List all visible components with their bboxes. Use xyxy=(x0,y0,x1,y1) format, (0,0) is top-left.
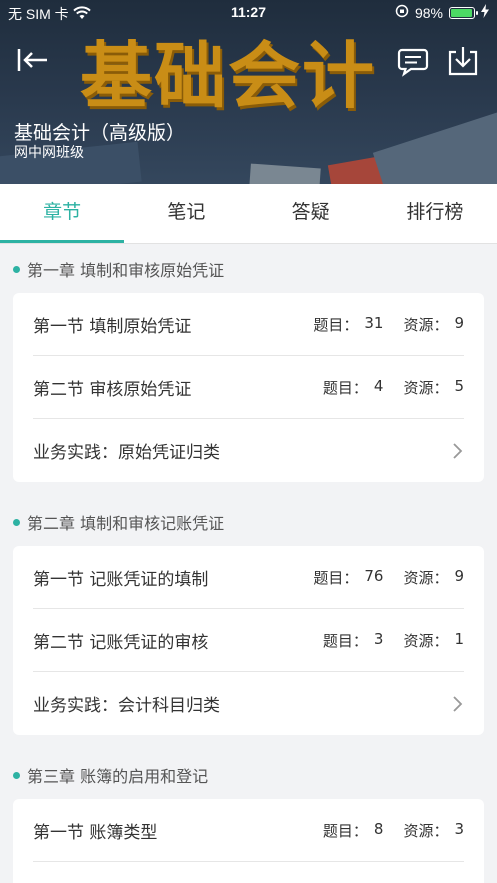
practice-row[interactable]: 业务实践：会计科目归类 xyxy=(33,672,464,735)
section-row[interactable]: 第一节 记账凭证的填制 题目： 76 资源： 9 xyxy=(33,546,464,609)
tab-leaderboard[interactable]: 排行榜 xyxy=(373,184,497,243)
section-stats: 题目： 4 资源： 5 xyxy=(323,377,464,398)
chapter-header: 第一章 填制和审核原始凭证 xyxy=(0,258,497,280)
question-count: 3 xyxy=(373,629,384,648)
chapter-section: 第三章 账簿的启用和登记 第一节 账簿类型 题目： 8 资源： 3 xyxy=(0,764,497,883)
question-count-label: 题目： xyxy=(322,821,368,840)
question-count: 31 xyxy=(364,313,384,332)
bullet-dot-icon xyxy=(13,771,20,779)
question-count-label: 题目： xyxy=(322,631,368,650)
section-stats: 题目： 8 资源： 3 xyxy=(323,820,464,841)
chapter-card: 第一节 记账凭证的填制 题目： 76 资源： 9 第二节 记账凭证的审核 题目：… xyxy=(13,546,484,735)
chapter-list: 第一章 填制和审核原始凭证 第一节 填制原始凭证 题目： 31 资源： 9 第二… xyxy=(0,244,497,883)
section-stats: 题目： 3 资源： 1 xyxy=(323,630,464,651)
back-arrow-icon xyxy=(17,49,47,71)
course-title: 基础会计（高级版） xyxy=(14,122,186,144)
chapter-title: 第二章 填制和审核记账凭证 xyxy=(27,514,225,533)
section-name: 第一节 填制原始凭证 xyxy=(33,316,192,337)
resource-count-label: 资源： xyxy=(403,568,449,587)
section-row[interactable]: 第一节 账簿类型 题目： 8 资源： 3 xyxy=(33,799,464,862)
battery-icon xyxy=(449,6,478,19)
question-count-label: 题目： xyxy=(313,315,359,334)
practice-row[interactable]: 业务实践：原始凭证归类 xyxy=(33,419,464,482)
question-count-label: 题目： xyxy=(322,378,368,397)
resource-count-label: 资源： xyxy=(403,315,449,334)
chapter-section: 第二章 填制和审核记账凭证 第一节 记账凭证的填制 题目： 76 资源： 9 第… xyxy=(0,511,497,735)
course-header: 基础会计 无 SIM 卡 11:27 98% 基础会计（高级版） 网中网班级 xyxy=(0,0,497,184)
download-icon xyxy=(448,47,478,76)
section-name: 第二节 审核原始凭证 xyxy=(33,379,192,400)
chapter-section: 第一章 填制和审核原始凭证 第一节 填制原始凭证 题目： 31 资源： 9 第二… xyxy=(0,258,497,482)
chat-bubble-icon xyxy=(397,48,429,77)
resource-count-label: 资源： xyxy=(403,378,449,397)
course-class-name: 网中网班级 xyxy=(14,145,84,161)
chapter-card: 第一节 账簿类型 题目： 8 资源： 3 xyxy=(13,799,484,883)
section-name: 第一节 记账凭证的填制 xyxy=(33,569,209,590)
status-bar: 无 SIM 卡 11:27 98% xyxy=(0,0,497,26)
bullet-dot-icon xyxy=(13,265,20,273)
orientation-lock-icon xyxy=(395,4,409,21)
tab-chapters[interactable]: 章节 xyxy=(0,184,125,243)
back-button[interactable] xyxy=(14,44,50,76)
chapter-title: 第三章 账簿的启用和登记 xyxy=(27,767,209,786)
resource-count: 9 xyxy=(454,566,464,585)
chapter-header: 第二章 填制和审核记账凭证 xyxy=(0,511,497,533)
chevron-right-icon xyxy=(453,442,463,459)
resource-count-label: 资源： xyxy=(403,631,449,650)
practice-name: 业务实践：原始凭证归类 xyxy=(33,443,220,463)
resource-count: 5 xyxy=(454,376,464,395)
chapter-header: 第三章 账簿的启用和登记 xyxy=(0,764,497,786)
section-stats: 题目： 76 资源： 9 xyxy=(313,567,464,588)
qa-message-button[interactable] xyxy=(396,44,430,78)
banner-logo-text: 基础会计 xyxy=(80,34,377,118)
resource-count: 1 xyxy=(454,629,464,648)
section-row[interactable]: 第一节 填制原始凭证 题目： 31 资源： 9 xyxy=(33,293,464,356)
question-count: 76 xyxy=(364,566,384,585)
chevron-right-icon xyxy=(453,695,463,712)
section-stats: 题目： 31 资源： 9 xyxy=(313,314,464,335)
question-count: 8 xyxy=(373,819,384,838)
bullet-dot-icon xyxy=(13,518,20,526)
section-row[interactable]: 第二节 记账凭证的审核 题目： 3 资源： 1 xyxy=(33,609,464,672)
tab-notes[interactable]: 笔记 xyxy=(124,184,248,243)
tab-bar: 章节 笔记 答疑 排行榜 xyxy=(0,184,497,244)
battery-percent: 98% xyxy=(414,4,443,21)
section-row[interactable] xyxy=(33,862,464,883)
tab-qa[interactable]: 答疑 xyxy=(249,184,373,243)
banner-decoration xyxy=(372,106,497,184)
download-button[interactable] xyxy=(446,44,480,78)
question-count-label: 题目： xyxy=(313,568,359,587)
resource-count: 9 xyxy=(454,313,464,332)
resource-count-label: 资源： xyxy=(403,821,449,840)
chapter-title: 第一章 填制和审核原始凭证 xyxy=(27,261,225,280)
section-name: 第一节 账簿类型 xyxy=(33,822,158,843)
banner-decoration xyxy=(249,163,321,184)
section-row[interactable]: 第二节 审核原始凭证 题目： 4 资源： 5 xyxy=(33,356,464,419)
charging-icon xyxy=(481,4,489,21)
section-name: 第二节 记账凭证的审核 xyxy=(33,632,209,653)
question-count: 4 xyxy=(373,376,384,395)
chapter-card: 第一节 填制原始凭证 题目： 31 资源： 9 第二节 审核原始凭证 题目： 4… xyxy=(13,293,484,482)
practice-name: 业务实践：会计科目归类 xyxy=(33,696,220,716)
resource-count: 3 xyxy=(454,819,464,838)
